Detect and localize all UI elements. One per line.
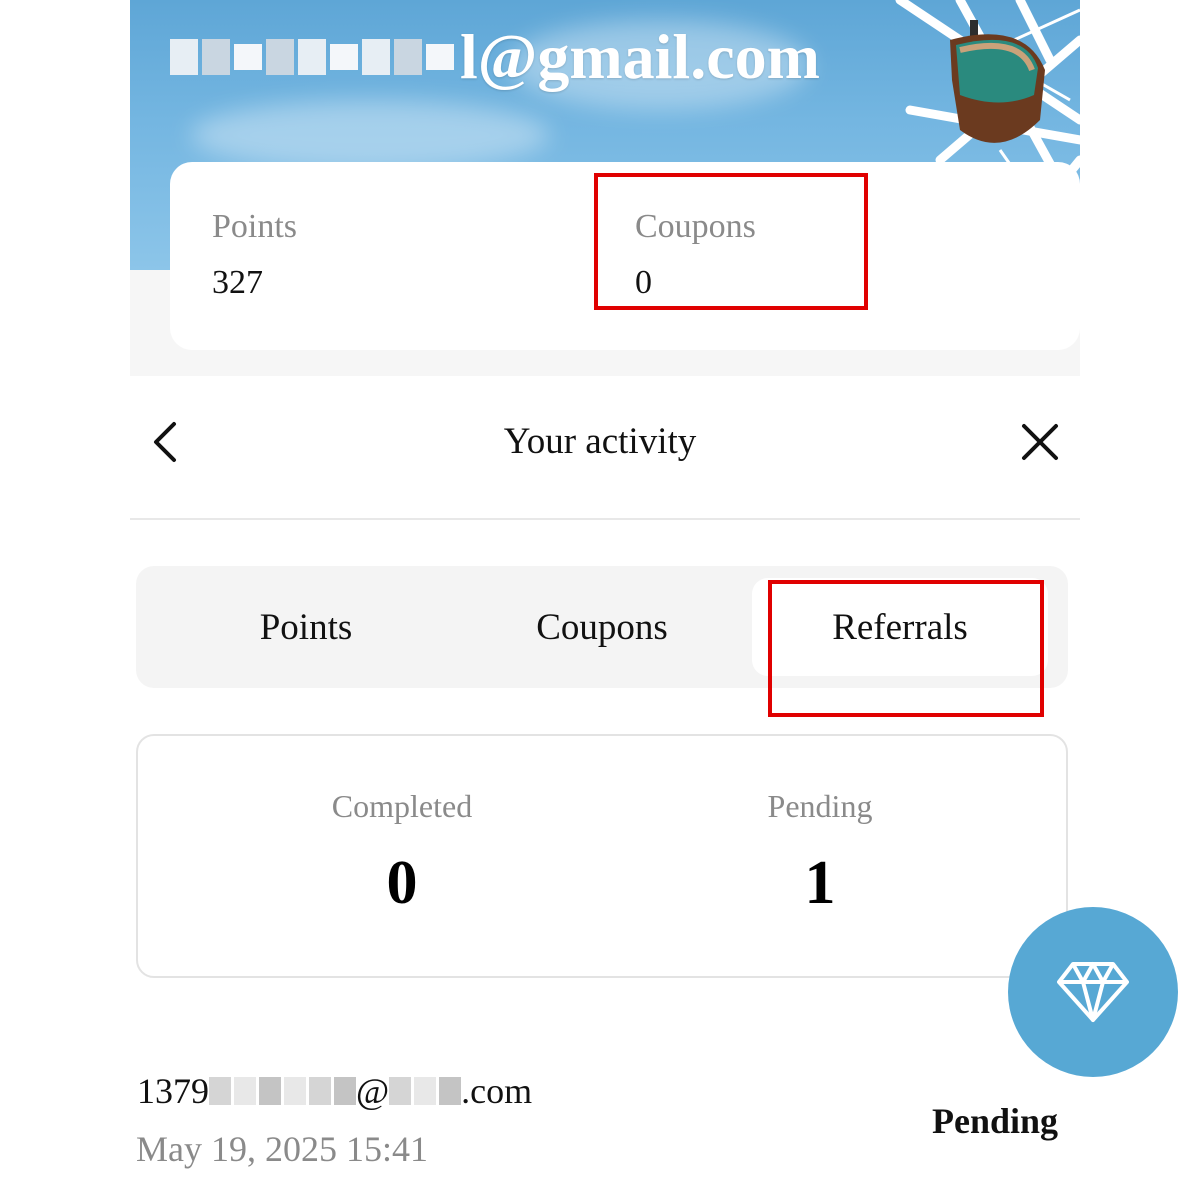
- pending-value: 1: [804, 849, 836, 917]
- referral-email-at: @: [356, 1071, 390, 1111]
- referral-email: 1379 @ .com: [137, 1070, 532, 1112]
- diamond-icon: [1057, 962, 1129, 1022]
- points-value: 327: [212, 264, 263, 301]
- redacted-referral-pixelation: [209, 1074, 356, 1108]
- completed-value: 0: [386, 849, 418, 917]
- redacted-email-pixelation: [170, 31, 454, 83]
- close-icon[interactable]: [1020, 422, 1060, 462]
- user-email-heading: l@gmail.com: [170, 20, 820, 94]
- redacted-referral-domain-pixelation: [389, 1074, 462, 1108]
- rewards-fab-button[interactable]: [1008, 907, 1178, 1077]
- user-email-visible-part: l@gmail.com: [460, 21, 820, 92]
- referral-date: May 19, 2025 15:41: [136, 1129, 428, 1169]
- highlight-box-coupons: [594, 173, 868, 310]
- highlight-box-referrals: [768, 580, 1044, 717]
- tab-points[interactable]: Points: [156, 566, 456, 688]
- tab-coupons[interactable]: Coupons: [452, 566, 752, 688]
- referral-email-prefix: 1379: [137, 1071, 209, 1111]
- referral-summary-card: Completed 0 Pending 1: [136, 734, 1068, 978]
- referral-status: Pending: [932, 1101, 1059, 1141]
- points-label: Points: [212, 208, 298, 245]
- referral-email-suffix: .com: [461, 1071, 533, 1111]
- header-divider: [130, 518, 1080, 520]
- completed-label: Completed: [331, 788, 473, 824]
- pending-label: Pending: [767, 788, 873, 824]
